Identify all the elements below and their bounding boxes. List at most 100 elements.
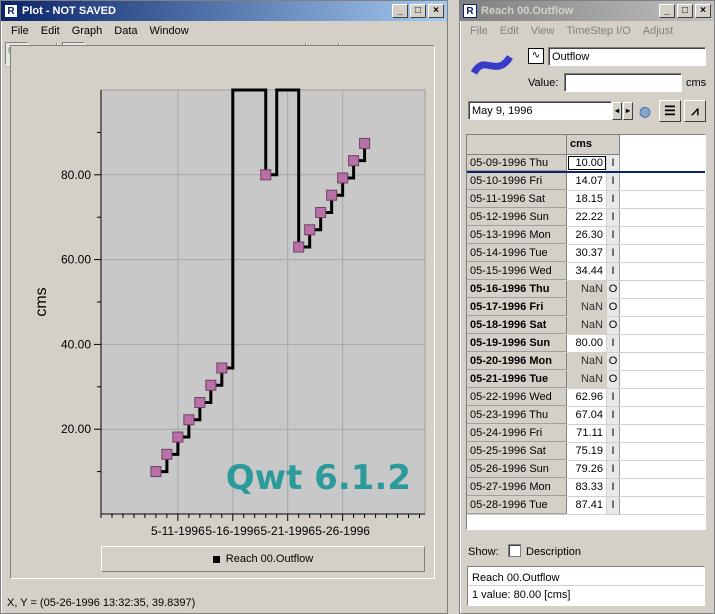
row-value[interactable]: 67.04 — [567, 407, 607, 424]
table-row[interactable]: 05-10-1996 Fri 14.07 I — [467, 173, 705, 191]
row-value[interactable]: 22.22 — [567, 209, 607, 226]
data-point — [260, 169, 272, 181]
row-value[interactable]: 87.41 — [567, 497, 607, 514]
menu-edit[interactable]: Edit — [35, 25, 66, 37]
table-row[interactable]: 05-16-1996 Thu NaN O — [467, 281, 705, 299]
row-date[interactable]: 05-24-1996 Fri — [467, 425, 567, 442]
table-row[interactable]: 05-17-1996 Fri NaN O — [467, 299, 705, 317]
close-button[interactable]: × — [428, 4, 444, 18]
menu-data[interactable]: Data — [108, 25, 143, 37]
plot-view-button[interactable]: ⩘ — [684, 100, 706, 122]
close-button[interactable]: × — [695, 4, 711, 18]
row-flag: O — [607, 281, 620, 298]
menu-adjust[interactable]: Adjust — [637, 25, 680, 37]
slot-titlebar[interactable]: R Reach 00.Outflow _ □ × — [460, 1, 714, 21]
table-row[interactable]: 05-26-1996 Sun 79.26 I — [467, 461, 705, 479]
table-row[interactable]: 05-09-1996 Thu 10.00 I — [467, 155, 705, 173]
globe-icon[interactable]: ◍ — [635, 101, 655, 121]
table-row[interactable]: 05-22-1996 Wed 62.96 I — [467, 389, 705, 407]
data-point — [326, 189, 338, 201]
description-checkbox[interactable] — [508, 544, 521, 557]
table-view-button[interactable]: ☰ — [659, 100, 681, 122]
menu-window[interactable]: Window — [144, 25, 195, 37]
row-date[interactable]: 05-16-1996 Thu — [467, 281, 567, 298]
row-date[interactable]: 05-10-1996 Fri — [467, 173, 567, 190]
row-date[interactable]: 05-11-1996 Sat — [467, 191, 567, 208]
menu-edit[interactable]: Edit — [494, 25, 525, 37]
maximize-button[interactable]: □ — [677, 4, 693, 18]
table-row[interactable]: 05-23-1996 Thu 67.04 I — [467, 407, 705, 425]
row-date[interactable]: 05-20-1996 Mon — [467, 353, 567, 370]
row-value[interactable]: NaN — [567, 317, 607, 334]
slot-name-field[interactable]: Outflow — [548, 47, 706, 66]
table-row[interactable]: 05-28-1996 Tue 87.41 I — [467, 497, 705, 515]
row-value[interactable]: 34.44 — [567, 263, 607, 280]
plot-legend[interactable]: Reach 00.Outflow — [101, 546, 425, 572]
table-row[interactable]: 05-11-1996 Sat 18.15 I — [467, 191, 705, 209]
maximize-button[interactable]: □ — [410, 4, 426, 18]
row-date[interactable]: 05-19-1996 Sun — [467, 335, 567, 352]
riverware-app-icon: R — [463, 4, 477, 18]
row-value[interactable]: 75.19 — [567, 443, 607, 460]
column-header-cms[interactable]: cms — [567, 135, 620, 155]
table-row[interactable]: 05-25-1996 Sat 75.19 I — [467, 443, 705, 461]
row-date[interactable]: 05-23-1996 Thu — [467, 407, 567, 424]
row-value[interactable]: NaN — [567, 299, 607, 316]
row-value[interactable]: NaN — [567, 281, 607, 298]
row-flag: I — [607, 227, 620, 244]
row-flag: I — [607, 497, 620, 514]
info-line-2: 1 value: 80.00 [cms] — [472, 589, 571, 601]
menu-timestep-io[interactable]: TimeStep I/O — [560, 25, 636, 37]
row-date[interactable]: 05-18-1996 Sat — [467, 317, 567, 334]
date-prev-button[interactable]: ◂ — [612, 102, 622, 120]
row-date[interactable]: 05-27-1996 Mon — [467, 479, 567, 496]
row-date[interactable]: 05-22-1996 Wed — [467, 389, 567, 406]
row-value[interactable]: NaN — [567, 353, 607, 370]
plot-canvas[interactable]: 20.0040.0060.0080.00 5-11-1996 5-16-1996 5… — [11, 46, 434, 536]
date-selector[interactable]: May 9, 1996 — [468, 101, 612, 120]
minimize-button[interactable]: _ — [659, 4, 675, 18]
table-row[interactable]: 05-27-1996 Mon 83.33 I — [467, 479, 705, 497]
table-row[interactable]: 05-13-1996 Mon 26.30 I — [467, 227, 705, 245]
row-date[interactable]: 05-26-1996 Sun — [467, 461, 567, 478]
row-date[interactable]: 05-09-1996 Thu — [467, 155, 567, 171]
table-row[interactable]: 05-21-1996 Tue NaN O — [467, 371, 705, 389]
table-row[interactable]: 05-18-1996 Sat NaN O — [467, 317, 705, 335]
table-row[interactable]: 05-14-1996 Tue 30.37 I — [467, 245, 705, 263]
row-date[interactable]: 05-14-1996 Tue — [467, 245, 567, 262]
slot-menubar: File Edit View TimeStep I/O Adjust — [460, 21, 714, 40]
row-date[interactable]: 05-21-1996 Tue — [467, 371, 567, 388]
row-date[interactable]: 05-15-1996 Wed — [467, 263, 567, 280]
row-value[interactable]: 83.33 — [567, 479, 607, 496]
row-value[interactable]: 10.00 — [567, 155, 607, 171]
value-input[interactable] — [564, 73, 682, 92]
table-row[interactable]: 05-15-1996 Wed 34.44 I — [467, 263, 705, 281]
row-value[interactable]: 26.30 — [567, 227, 607, 244]
minimize-button[interactable]: _ — [392, 4, 408, 18]
row-value[interactable]: 80.00 — [567, 335, 607, 352]
table-row[interactable]: 05-19-1996 Sun 80.00 I — [467, 335, 705, 353]
date-next-button[interactable]: ▸ — [623, 102, 633, 120]
row-value[interactable]: 71.11 — [567, 425, 607, 442]
row-value[interactable]: 18.15 — [567, 191, 607, 208]
row-value[interactable]: 30.37 — [567, 245, 607, 262]
row-date[interactable]: 05-25-1996 Sat — [467, 443, 567, 460]
table-row[interactable]: 05-24-1996 Fri 71.11 I — [467, 425, 705, 443]
menu-file[interactable]: File — [464, 25, 494, 37]
plot-titlebar[interactable]: R Plot - NOT SAVED _ □ × — [1, 1, 447, 21]
row-date[interactable]: 05-28-1996 Tue — [467, 497, 567, 514]
row-date[interactable]: 05-12-1996 Sun — [467, 209, 567, 226]
menu-view[interactable]: View — [525, 25, 561, 37]
row-date[interactable]: 05-13-1996 Mon — [467, 227, 567, 244]
row-value[interactable]: 14.07 — [567, 173, 607, 190]
data-table[interactable]: cms 05-09-1996 Thu 10.00 I 05-10-1996 Fri 14… — [466, 134, 706, 530]
table-row[interactable]: 05-20-1996 Mon NaN O — [467, 353, 705, 371]
menu-file[interactable]: File — [5, 25, 35, 37]
row-value[interactable]: NaN — [567, 371, 607, 388]
row-flag: I — [607, 245, 620, 262]
row-value[interactable]: 62.96 — [567, 389, 607, 406]
row-value[interactable]: 79.26 — [567, 461, 607, 478]
menu-graph[interactable]: Graph — [66, 25, 109, 37]
row-date[interactable]: 05-17-1996 Fri — [467, 299, 567, 316]
table-row[interactable]: 05-12-1996 Sun 22.22 I — [467, 209, 705, 227]
